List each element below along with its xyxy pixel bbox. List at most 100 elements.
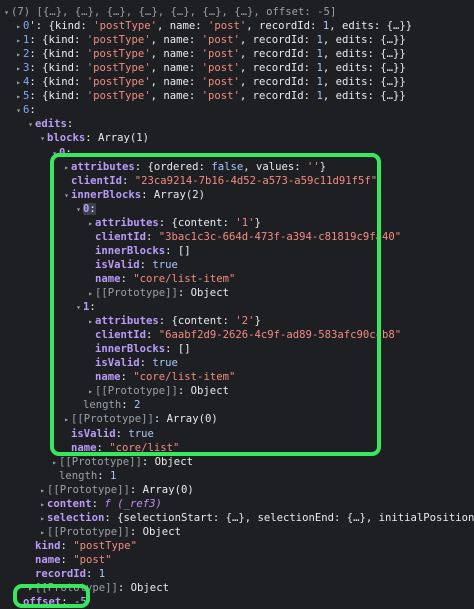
console-tree-row[interactable]: ▾ 1: <box>74 300 474 314</box>
console-tree-row[interactable]: ▾ innerBlocks: Array(2) <box>62 188 474 202</box>
console-token: "23ca9214-7b16-4d52-a573-a59c11d91f5f" <box>134 174 378 187</box>
console-tree-row[interactable]: ▾ 0: <box>50 146 474 160</box>
console-row-content: clientId: "6aabf2d9-2626-4c9f-ad89-583af… <box>95 329 401 341</box>
console-row-content: [[Prototype]]: Object <box>47 526 181 538</box>
console-token: "6aabf2d9-2626-4c9f-ad89-583afc90ccb8" <box>158 329 402 342</box>
console-tree-row[interactable]: ▸ 5: {kind: 'postType', name: 'post', rec… <box>14 89 474 103</box>
console-token: : <box>89 202 96 215</box>
console-token: [[Prototype]] <box>71 413 154 426</box>
caret-right-icon[interactable]: ▸ <box>14 90 23 103</box>
console-token: 1 <box>98 568 106 580</box>
console-row-content: isValid: true <box>95 259 178 271</box>
caret-down-icon[interactable]: ▾ <box>26 118 35 131</box>
console-token: , edits: {…}} <box>322 34 406 47</box>
console-token: : <box>65 146 72 159</box>
console-tree-row[interactable]: ▸ [[Prototype]]: Object <box>38 525 474 539</box>
caret-down-icon[interactable]: ▾ <box>62 189 71 202</box>
caret-down-icon[interactable]: ▾ <box>2 6 11 19</box>
console-token: true <box>152 258 178 271</box>
console-tree-row[interactable]: ▸ attributes: {content: '2'} <box>86 314 474 328</box>
console-token: [[Prototype]] <box>47 525 130 538</box>
console-token: : <box>86 568 99 580</box>
caret-right-icon[interactable]: ▸ <box>62 161 71 174</box>
console-token: : [] <box>165 244 191 257</box>
console-tree-row[interactable]: ▸ attributes: {content: '1'} <box>86 216 474 230</box>
console-tree-row[interactable]: ▸ [[Prototype]]: Object <box>86 286 474 300</box>
console-token: offset <box>23 596 62 609</box>
console-row-content: (7) [{…}, {…}, {…}, {…}, {…}, {…}, {…}, … <box>11 6 336 18</box>
console-token: [[Prototype]] <box>95 385 178 398</box>
console-token: } <box>319 160 327 173</box>
caret-down-icon[interactable]: ▾ <box>38 132 47 145</box>
console-tree-row[interactable]: ▸ [[Prototype]]: Array(0) <box>38 483 474 497</box>
console-token: : {content: <box>158 216 236 229</box>
caret-right-icon[interactable]: ▸ <box>38 484 47 497</box>
console-tree-row[interactable]: ▸ [[Prototype]]: Object <box>50 455 474 469</box>
caret-right-icon[interactable]: ▸ <box>62 413 71 426</box>
console-row-content: [[Prototype]]: Object <box>35 582 169 594</box>
console-row-content: 5: {kind: 'postType', name: 'post', reco… <box>23 90 406 102</box>
console-tree-row[interactable]: ▾ blocks: Array(1) <box>38 131 474 145</box>
console-tree-row[interactable]: ▸ content: f (_ref3) <box>38 497 474 511</box>
console-row-content: name: "core/list" <box>71 442 179 454</box>
console-tree-row[interactable]: ▸ 2: {kind: 'postType', name: 'post', rec… <box>14 47 474 61</box>
caret-down-icon[interactable]: ▾ <box>74 203 83 216</box>
caret-right-icon[interactable]: ▸ <box>26 582 35 595</box>
console-token: false <box>211 160 244 173</box>
console-tree-row[interactable]: ▸ 4: {kind: 'postType', name: 'post', rec… <box>14 75 474 89</box>
caret-right-icon[interactable]: ▸ <box>14 20 23 33</box>
console-row-content: selection: {selectionStart: {…}, selecti… <box>47 512 474 524</box>
console-token: : <box>122 174 135 187</box>
console-token: attributes <box>95 216 159 229</box>
caret-right-icon[interactable]: ▸ <box>86 315 95 328</box>
console-row-content: content: f (_ref3) <box>47 498 162 510</box>
console-row-content: attributes: {ordered: false, values: ''} <box>71 161 326 173</box>
console-token: clientId <box>71 174 123 187</box>
caret-right-icon[interactable]: ▸ <box>86 287 95 300</box>
caret-right-icon[interactable]: ▸ <box>86 385 95 398</box>
console-row-content: 3: {kind: 'postType', name: 'post', reco… <box>23 62 406 74</box>
caret-down-icon[interactable]: ▾ <box>74 301 83 314</box>
console-tree-row[interactable]: ▸ 0': {kind: 'postType', name: 'post', re… <box>14 19 474 33</box>
console-token: : <box>91 497 105 510</box>
console-token: : <box>60 553 74 566</box>
caret-right-icon[interactable]: ▸ <box>38 512 47 525</box>
console-tree-row: innerBlocks: [] <box>86 244 474 258</box>
console-token: kind <box>35 539 61 552</box>
console-token: 'postType' <box>86 90 151 103</box>
console-tree-row[interactable]: ▸ 1: {kind: 'postType', name: 'post', rec… <box>14 33 474 47</box>
console-token: , recordId: <box>239 90 317 103</box>
console-tree-row[interactable]: ▸ 3: {kind: 'postType', name: 'post', rec… <box>14 61 474 75</box>
console-tree-row[interactable]: ▸ [[Prototype]]: Object <box>26 581 474 595</box>
console-tree-row: isValid: true <box>86 356 474 370</box>
console-tree-row[interactable]: ▾ edits: <box>26 117 474 131</box>
caret-down-icon[interactable]: ▾ <box>50 147 59 160</box>
console-token: : Array(1) <box>85 132 150 145</box>
console-tree-row[interactable]: ▸ selection: {selectionStart: {…}, select… <box>38 511 474 525</box>
console-tree-row[interactable]: ▸ attributes: {ordered: false, values: ''… <box>62 160 474 174</box>
console-row-content: innerBlocks: Array(2) <box>71 189 205 201</box>
console-tree-row[interactable]: ▸ [[Prototype]]: Array(0) <box>62 412 474 426</box>
console-token: 'postType' <box>86 62 151 75</box>
console-tree-row[interactable]: ▾ 6: <box>14 103 474 117</box>
caret-right-icon[interactable]: ▸ <box>38 498 47 511</box>
console-tree-row[interactable]: ▸ [[Prototype]]: Object <box>86 384 474 398</box>
caret-right-icon[interactable]: ▸ <box>50 456 59 469</box>
caret-right-icon[interactable]: ▸ <box>38 526 47 539</box>
console-row-content: isValid: true <box>95 357 178 369</box>
console-token: : Object <box>141 455 193 468</box>
console-row-content: edits: <box>35 118 73 130</box>
caret-right-icon[interactable]: ▸ <box>86 217 95 230</box>
console-tree-row[interactable]: ▾ 0: <box>74 202 474 216</box>
caret-right-icon[interactable]: ▸ <box>14 76 23 89</box>
console-token: ': <box>29 20 49 33</box>
console-token: 'postType' <box>93 20 157 33</box>
console-token: true <box>128 427 154 440</box>
console-tree-row[interactable]: ▾ (7) [{…}, {…}, {…}, {…}, {…}, {…}, {…},… <box>2 5 474 19</box>
console-tree-row: recordId: 1 <box>26 567 474 581</box>
caret-right-icon[interactable]: ▸ <box>14 62 23 75</box>
console-row-content: 0': {kind: 'postType', name: 'post', rec… <box>23 20 412 32</box>
caret-down-icon[interactable]: ▾ <box>14 104 23 117</box>
caret-right-icon[interactable]: ▸ <box>14 48 23 61</box>
caret-right-icon[interactable]: ▸ <box>14 34 23 47</box>
